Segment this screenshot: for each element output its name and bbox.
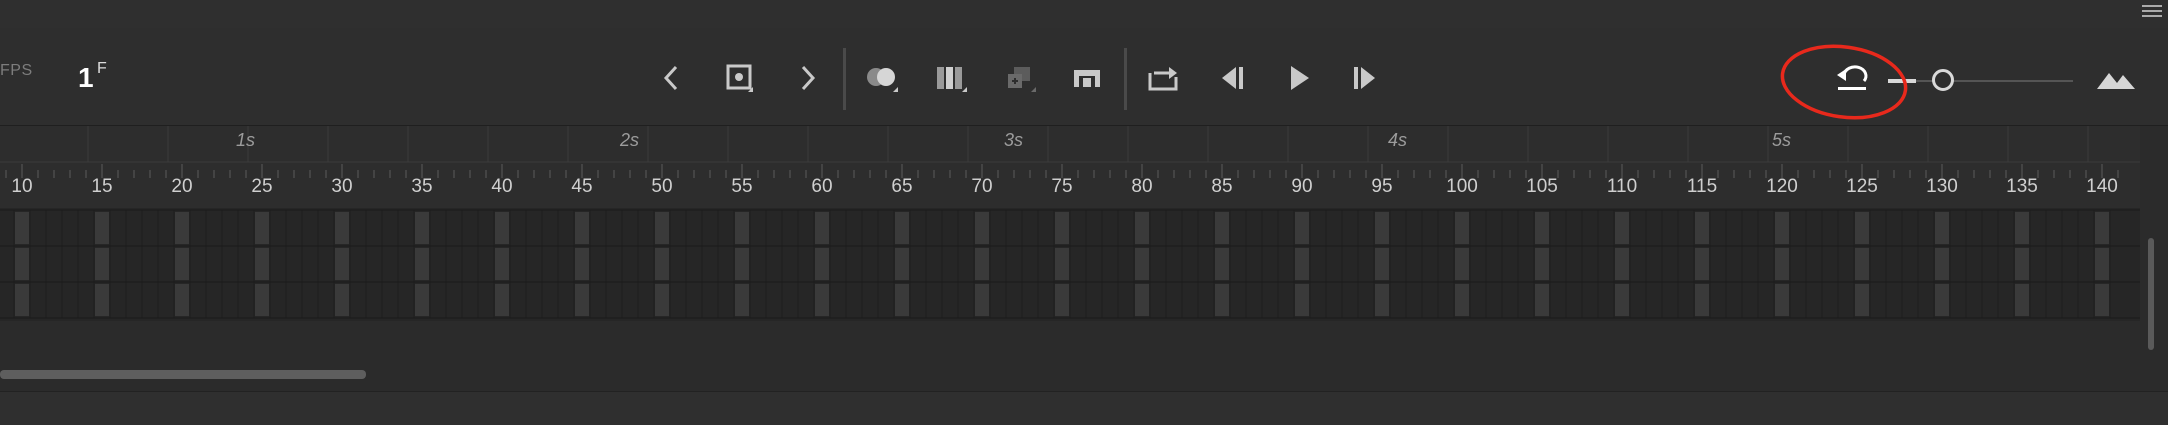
second-label-1s: 1s — [236, 130, 256, 150]
frame-number-label: 115 — [1686, 176, 1718, 197]
reset-timeline-scale-icon — [1837, 65, 1868, 90]
vertical-scrollbar-thumb[interactable] — [2148, 238, 2154, 350]
frame-number-label: 65 — [891, 176, 913, 197]
panel-bottom-strip — [0, 391, 2168, 425]
frame-number-label: 140 — [2086, 176, 2118, 197]
frame-number-label: 35 — [411, 176, 433, 197]
frame-number-label: 40 — [491, 176, 513, 197]
loop-button[interactable] — [1143, 58, 1183, 98]
frame-number-label: 105 — [1526, 176, 1558, 197]
frame-grid — [0, 209, 2140, 319]
frame-number-label: 90 — [1291, 176, 1313, 197]
loop-icon — [1148, 67, 1178, 91]
timeline-scale-slider[interactable] — [1888, 69, 2073, 91]
toolbar-separator — [1124, 48, 1127, 110]
frame-number-label: 45 — [571, 176, 593, 197]
panel-menu-icon[interactable] — [2142, 2, 2162, 18]
frame-number-label: 80 — [1131, 176, 1153, 197]
frame-unit-label: F — [97, 60, 107, 77]
insert-keyframe-button[interactable] — [720, 58, 760, 98]
toolbar-separator — [843, 48, 846, 110]
frame-number-label: 135 — [2006, 176, 2038, 197]
step-back-button[interactable] — [1212, 58, 1252, 98]
frame-number-label: 15 — [91, 176, 113, 197]
frame-number-label: 60 — [811, 176, 833, 197]
play-button[interactable] — [1279, 58, 1319, 98]
current-frame-number[interactable]: 1 — [78, 62, 94, 94]
frame-number-label: 120 — [1766, 176, 1798, 197]
second-label-2s: 2s — [620, 130, 640, 150]
frame-number-label: 50 — [651, 176, 673, 197]
frame-number-label: 130 — [1926, 176, 1958, 197]
frame-number-label: 70 — [971, 176, 993, 197]
frame-number-label: 75 — [1051, 176, 1073, 197]
frame-number-label: 85 — [1211, 176, 1233, 197]
frame-number-label: 125 — [1846, 176, 1878, 197]
onion-skin-button[interactable] — [862, 58, 902, 98]
frame-number-label: 25 — [251, 176, 273, 197]
reset-timeline-scale-button[interactable] — [1832, 58, 1872, 98]
insert-keyframe-icon — [726, 64, 753, 92]
frame-number-label: 10 — [11, 176, 33, 197]
onion-skin-icon — [867, 68, 898, 92]
frame-number-label: 20 — [171, 176, 193, 197]
next-keyframe-icon — [801, 65, 816, 91]
slider-knob[interactable] — [1932, 69, 1954, 91]
next-keyframe-button[interactable] — [788, 58, 828, 98]
previous-keyframe-button[interactable] — [651, 58, 691, 98]
frame-number-label: 110 — [1606, 176, 1638, 197]
step-forward-button[interactable] — [1345, 58, 1385, 98]
play-icon — [1291, 66, 1309, 90]
panel-top-strip — [0, 0, 2168, 29]
frame-number-label: 95 — [1371, 176, 1393, 197]
timeline-tracks[interactable] — [0, 208, 2140, 321]
horizontal-scrollbar-thumb[interactable] — [0, 370, 366, 379]
timeline-size-button[interactable] — [2094, 58, 2138, 98]
step-back-icon — [1222, 67, 1243, 89]
add-to-timeline-icon — [1008, 67, 1036, 92]
fps-label: FPS — [0, 62, 33, 79]
frame-number-label: 100 — [1446, 176, 1478, 197]
frame-number-label: 55 — [731, 176, 753, 197]
step-forward-icon — [1354, 67, 1375, 89]
timeline-size-icon — [2097, 73, 2135, 89]
center-frame-button[interactable] — [1067, 58, 1107, 98]
second-label-5s: 5s — [1772, 130, 1792, 150]
second-label-4s: 4s — [1388, 130, 1408, 150]
second-label-3s: 3s — [1004, 130, 1024, 150]
edit-multiple-frames-button[interactable] — [931, 58, 971, 98]
slider-fill — [1888, 79, 1916, 83]
add-to-timeline-button[interactable] — [1000, 58, 1040, 98]
edit-multiple-frames-icon — [937, 67, 967, 92]
previous-keyframe-icon — [663, 65, 678, 91]
center-frame-icon — [1074, 70, 1100, 87]
frame-number-label: 30 — [331, 176, 353, 197]
